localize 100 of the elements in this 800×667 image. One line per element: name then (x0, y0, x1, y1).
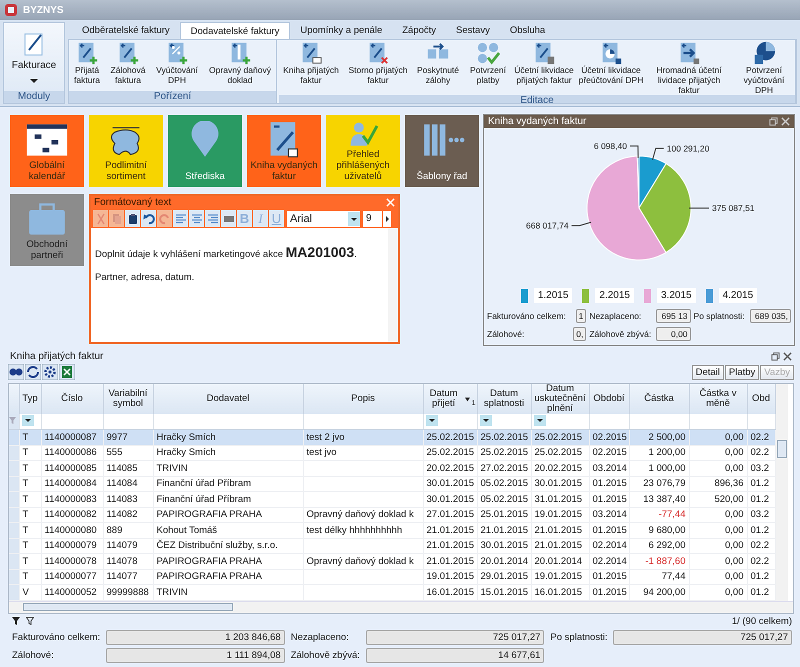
toolbar-button[interactable] (141, 210, 156, 227)
table-row[interactable]: T 1140000084 114084 Finanční úřad Příbram 30.01.2015 05.02.2015 30.01.2015 01.2015 23 076,79 896,36 01.2 (9, 476, 775, 492)
column-header[interactable]: Variabilní symbol (103, 384, 153, 414)
module-tile[interactable]: Šablony řad (405, 115, 479, 187)
toolbar-button[interactable]: Platby (724, 364, 760, 380)
data-label: 375 087,51 (712, 203, 755, 214)
table-cell: 1140000078 (41, 554, 103, 569)
ribbon-button[interactable]: Účetní likvidace přijatých faktur (514, 40, 574, 95)
table-row[interactable]: T 1140000086 555 Hračky Smích test jvo 25.02.2015 25.02.2015 25.02.2015 02.2015 1 200,00 0,00 02.2 (9, 445, 775, 460)
table-cell: 21.01.2015 (477, 522, 531, 538)
column-header[interactable]: Typ (19, 384, 41, 414)
module-tile[interactable]: Přehled přihlášených uživatelů (326, 115, 400, 187)
module-tile[interactable]: Globální kalendář (10, 115, 84, 187)
summary-field: 1 111 894,08 (106, 648, 285, 662)
table-cell: 02.2 (747, 445, 775, 460)
settings-icon[interactable] (42, 364, 58, 380)
table-cell: T (19, 538, 41, 554)
stat-field: 689 035, (750, 309, 791, 323)
column-header[interactable]: Dodavatel (153, 384, 303, 414)
ribbon-tab[interactable]: Dodavatelské faktury (180, 22, 290, 39)
toolbar-button[interactable]: Detail (692, 364, 724, 380)
scrollbar[interactable] (388, 228, 398, 342)
close-icon[interactable] (783, 352, 792, 361)
column-header[interactable]: Částka (629, 384, 689, 414)
editor-paragraph: Doplnit údaje k vyhlášení marketingové akce MA201003. (95, 244, 358, 260)
table-cell: V (19, 584, 41, 600)
column-header[interactable]: Obd (747, 384, 775, 414)
table-cell: T (19, 569, 41, 584)
spreadsheet-icon[interactable] (59, 364, 75, 380)
font-dropdown[interactable]: Arial (287, 210, 360, 226)
ribbon-tab[interactable]: Zápočty (392, 22, 446, 39)
table-cell: 01.2 (747, 569, 775, 584)
ribbon-tab[interactable]: Sestavy (446, 22, 500, 39)
caret-icon[interactable] (30, 79, 38, 83)
table-row[interactable]: T 1140000078 114078 PAPIROGRAFIA PRAHA Opravný daňový doklad k 21.01.2015 20.01.2014 20.01.2014 02.2014 -1 887,60 0,00 02.2 (9, 554, 775, 569)
column-header[interactable]: Datum splatnosti (477, 384, 531, 414)
ribbon-tab[interactable]: Odběratelské faktury (72, 22, 180, 39)
leader-line (652, 148, 664, 160)
column-header[interactable]: Datum uskutečnění plnění (531, 384, 589, 414)
ribbon-button[interactable]: Přijatá faktura (70, 40, 104, 91)
table-row[interactable]: T 1140000080 889 Kohout Tomáš test délky hhhhhhhhhh 21.01.2015 21.01.2015 21.01.2015 01.2015 9 680,00 0,00 01.2 (9, 522, 775, 538)
table-cell: 1 200,00 (629, 445, 689, 460)
vertical-scrollbar[interactable] (776, 384, 788, 600)
filter-cell[interactable] (19, 414, 41, 430)
table-cell: 03.2 (747, 460, 775, 476)
ribbon-button[interactable]: Účetní likvidace přeúčtování DPH (578, 40, 644, 95)
table-cell: 1140000052 (41, 584, 103, 600)
table-cell: 30.01.2015 (531, 476, 589, 492)
module-tile[interactable]: Střediska (168, 115, 242, 187)
refresh-icon[interactable] (25, 364, 41, 380)
table-cell: 1140000085 (41, 460, 103, 476)
table-cell: 23 076,79 (629, 476, 689, 492)
stat-field: 0,00 (656, 327, 691, 341)
table-cell: ČEZ Distribuční služby, s.r.o. (153, 538, 303, 554)
table-cell: T (19, 445, 41, 460)
table-cell: 30.01.2015 (477, 538, 531, 554)
ribbon-button[interactable]: Kniha přijatých faktur (280, 40, 342, 95)
module-tile[interactable]: Obchodní partneři (10, 194, 84, 266)
table-row[interactable]: T 1140000082 114082 PAPIROGRAFIA PRAHA Opravný daňový doklad k 27.01.2015 25.01.2015 19.01.2015 03.2014 -77,44 0,00 03.2 (9, 507, 775, 522)
table-row[interactable]: V 1140000052 99999888 TRIVIN 16.01.2015 15.01.2015 16.01.2015 01.2015 94 200,00 0,00 01.2 (9, 584, 775, 600)
ribbon-button[interactable]: Vyúčtování DPH (152, 40, 202, 91)
horizontal-scrollbar[interactable] (9, 600, 793, 612)
column-header[interactable]: Částka v měně (689, 384, 747, 414)
table-cell: 13 387,40 (629, 492, 689, 507)
ribbon-tab[interactable]: Obsluha (500, 22, 556, 39)
font-size-field[interactable]: 9 (363, 210, 382, 226)
restore-icon[interactable] (769, 117, 778, 126)
module-tile[interactable]: Podlimitní sortiment (89, 115, 163, 187)
table-cell: 25.02.2015 (477, 430, 531, 445)
table-cell: 01.2015 (589, 522, 629, 538)
ribbon-button[interactable]: Hromadná účetní lividace přijatých faktur (648, 40, 730, 95)
module-tile[interactable]: Kniha vydaných faktur (247, 115, 321, 187)
table-row[interactable]: T 1140000079 114079 ČEZ Distribuční služby, s.r.o. 21.01.2015 30.01.2015 21.01.2015 02.2014 6 292,00 0,00 02.2 (9, 538, 775, 554)
summary-field: 725 017,27 (613, 630, 792, 644)
binoculars-icon[interactable] (8, 364, 24, 380)
table-row[interactable]: T 1140000087 9977 Hračky Smích test 2 jvo 25.02.2015 25.02.2015 25.02.2015 02.2015 2 500,00 0,00 02.2 (9, 430, 775, 445)
restore-icon[interactable] (771, 352, 780, 361)
table-row[interactable]: T 1140000077 114077 PAPIROGRAFIA PRAHA 19.01.2015 29.01.2015 19.01.2015 01.2015 77,44 0,00 01.2 (9, 569, 775, 584)
ribbon-button[interactable]: Potvrzení vyúčtování DPH (734, 40, 794, 95)
table-cell: 02.2015 (589, 445, 629, 460)
ribbon-button[interactable]: Potvrzení platby (466, 40, 510, 95)
ribbon-button[interactable]: Poskytnuté zálohy (414, 40, 462, 95)
column-header[interactable]: Období (589, 384, 629, 414)
table-row[interactable]: T 1140000083 114083 Finanční úřad Příbram 30.01.2015 05.02.2015 31.01.2015 01.2015 13 387,40 520,00 01.2 (9, 492, 775, 507)
module-button[interactable]: Fakturace (12, 23, 56, 71)
stat-label: Fakturováno celkem: (487, 311, 567, 321)
ribbon-button[interactable]: Opravný daňový doklad (205, 40, 275, 91)
ribbon-button[interactable]: Zálohová faktura (107, 40, 149, 91)
table-cell: -1 887,60 (629, 554, 689, 569)
table-cell: 6 292,00 (629, 538, 689, 554)
table-row[interactable]: T 1140000085 114085 TRIVIN 20.02.2015 27.02.2015 20.02.2015 03.2014 1 000,00 0,00 03.2 (9, 460, 775, 476)
filter-icon[interactable] (12, 617, 20, 625)
filter-outline-icon[interactable] (26, 617, 34, 625)
text-editor-field[interactable]: Doplnit údaje k vyhlášení marketingové akce MA201003. Partner, adresa, datum. (91, 228, 398, 342)
ribbon-button[interactable]: Storno přijatých faktur (346, 40, 410, 95)
toolbar-button[interactable] (125, 210, 140, 227)
column-header[interactable]: Číslo (41, 384, 103, 414)
ribbon-tab[interactable]: Upomínky a penále (290, 22, 392, 39)
table-cell: 114078 (103, 554, 153, 569)
column-header[interactable]: Popis (303, 384, 423, 414)
